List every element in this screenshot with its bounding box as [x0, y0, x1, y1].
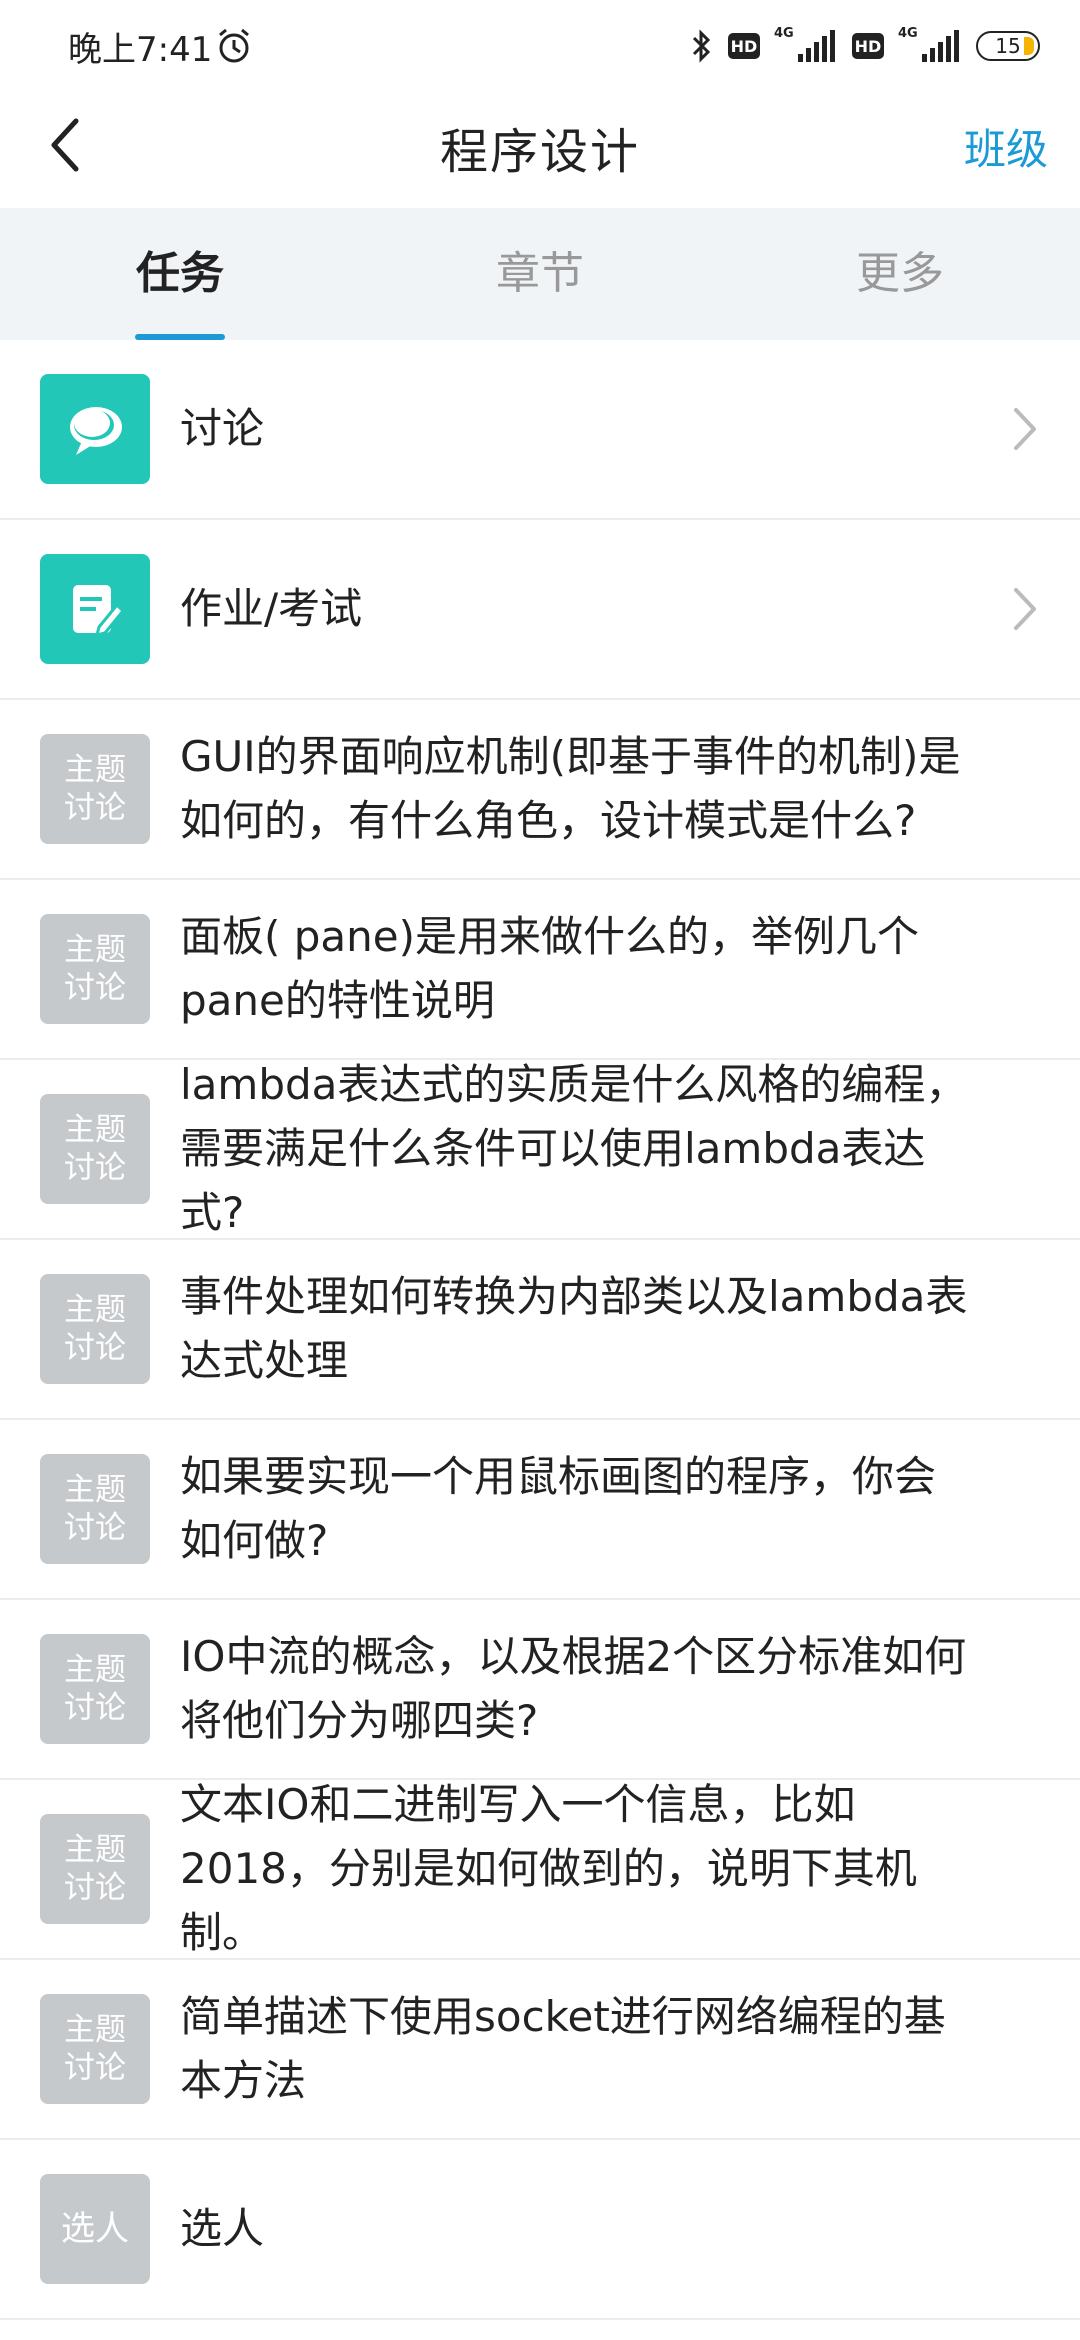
list-item-title: 讨论 [180, 404, 265, 453]
battery-level: 15 [995, 34, 1021, 58]
hd-badge: HD [728, 33, 760, 59]
list-item-title: 事件处理如何转换为内部类以及lambda表达式处理 [180, 1272, 968, 1385]
list-item-topic[interactable]: 主题 讨论 事件处理如何转换为内部类以及lambda表达式处理 [0, 1240, 1080, 1420]
list-item-topic[interactable]: 主题 讨论 简单描述下使用socket进行网络编程的基本方法 [0, 1960, 1080, 2140]
list-item-pick-person[interactable]: 选人 选人 [0, 2140, 1080, 2320]
pick-person-badge: 选人 [40, 2174, 150, 2284]
status-time: 晚上7:41 [68, 30, 213, 70]
list-item-title: 选人 [180, 2204, 265, 2253]
cell-signal-icon-2: 4G [898, 26, 962, 66]
list-item-title: 作业/考试 [180, 584, 363, 633]
hd-badge-2: HD [852, 33, 884, 59]
list-item-title: 简单描述下使用socket进行网络编程的基本方法 [180, 1992, 946, 2105]
tab-label: 更多 [856, 248, 944, 299]
list-item-title: 如果要实现一个用鼠标画图的程序，你会如何做? [180, 1452, 937, 1565]
topic-discussion-badge: 主题 讨论 [40, 1634, 150, 1744]
app-header: 程序设计 班级 [0, 90, 1080, 208]
list-item-topic[interactable]: 主题 讨论 文本IO和二进制写入一个信息，比如2018，分别是如何做到的，说明下… [0, 1780, 1080, 1960]
list-item-title: IO中流的概念，以及根据2个区分标准如何将他们分为哪四类? [180, 1632, 967, 1745]
list-item-title: 文本IO和二进制写入一个信息，比如2018，分别是如何做到的，说明下其机制。 [180, 1780, 917, 1957]
tab-tasks[interactable]: 任务 [0, 208, 360, 340]
chevron-right-icon [1014, 408, 1036, 450]
list-item-topic[interactable]: 主题 讨论 面板( pane)是用来做什么的，举例几个pane的特性说明 [0, 880, 1080, 1060]
status-bar: 晚上7:41 HD 4G HD 4G 15 [0, 0, 1080, 90]
topic-discussion-badge: 主题 讨论 [40, 1094, 150, 1204]
list-item-topic[interactable]: 主题 讨论 IO中流的概念，以及根据2个区分标准如何将他们分为哪四类? [0, 1600, 1080, 1780]
topic-discussion-badge: 主题 讨论 [40, 1274, 150, 1384]
discussion-icon [40, 374, 150, 484]
tab-bar: 任务 章节 更多 [0, 208, 1080, 340]
assignment-icon [40, 554, 150, 664]
list-item-discussion[interactable]: 讨论 [0, 340, 1080, 520]
topic-discussion-badge: 主题 讨论 [40, 1814, 150, 1924]
topic-discussion-badge: 主题 讨论 [40, 1994, 150, 2104]
tab-more[interactable]: 更多 [720, 208, 1080, 340]
list-item-assignment[interactable]: 作业/考试 [0, 520, 1080, 700]
class-link[interactable]: 班级 [964, 116, 1048, 177]
list-item-topic[interactable]: 主题 讨论 如果要实现一个用鼠标画图的程序，你会如何做? [0, 1420, 1080, 1600]
chevron-right-icon [1014, 588, 1036, 630]
tab-chapters[interactable]: 章节 [360, 208, 720, 340]
tab-label: 任务 [136, 248, 224, 299]
topic-discussion-badge: 主题 讨论 [40, 734, 150, 844]
bluetooth-icon [692, 29, 711, 63]
tab-label: 章节 [496, 248, 584, 299]
list-item-topic[interactable]: 主题 讨论 GUI的界面响应机制(即基于事件的机制)是如何的，有什么角色，设计模… [0, 700, 1080, 880]
page-title: 程序设计 [439, 124, 640, 180]
alarm-clock-icon [219, 28, 249, 63]
battery-icon: 15 [976, 31, 1040, 61]
list-item-title: 面板( pane)是用来做什么的，举例几个pane的特性说明 [180, 912, 919, 1025]
list-item-topic[interactable]: 主题 讨论 lambda表达式的实质是什么风格的编程，需要满足什么条件可以使用l… [0, 1060, 1080, 1240]
cell-signal-icon: 4G [774, 26, 838, 66]
topic-discussion-badge: 主题 讨论 [40, 914, 150, 1024]
list-item-title: lambda表达式的实质是什么风格的编程，需要满足什么条件可以使用lambda表… [180, 1060, 968, 1237]
topic-discussion-badge: 主题 讨论 [40, 1454, 150, 1564]
list-item-title: GUI的界面响应机制(即基于事件的机制)是如何的，有什么角色，设计模式是什么? [180, 732, 961, 845]
task-list: 讨论 作业/考试 主题 讨论 GUI的界面响应机制(即基于事件的机制)是如何的，… [0, 340, 1080, 2320]
